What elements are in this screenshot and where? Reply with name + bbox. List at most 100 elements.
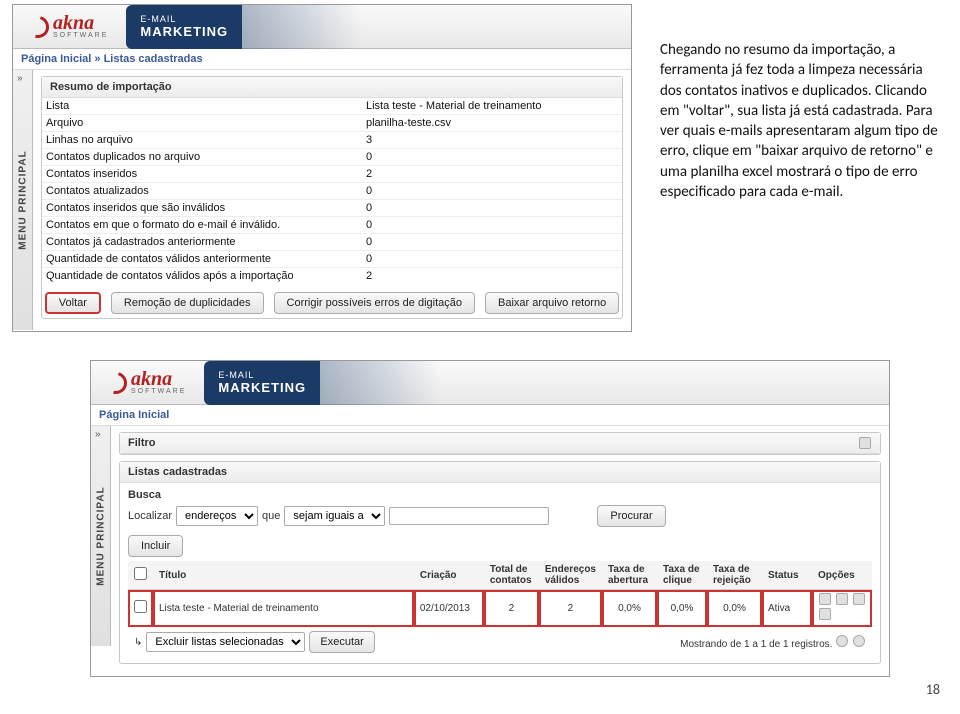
filtro-panel: Filtro [119, 432, 881, 455]
field-select[interactable]: endereços [176, 506, 258, 526]
col-titulo[interactable]: Título [153, 561, 414, 590]
breadcrumb: Página Inicial » Listas cadastradas [13, 49, 631, 70]
search-row: Localizar endereços que sejam iguais a P… [128, 505, 872, 527]
breadcrumb-current[interactable]: Listas cadastradas [104, 53, 203, 65]
baixar-button[interactable]: Baixar arquivo retorno [485, 292, 619, 314]
filtro-title: Filtro [128, 437, 156, 449]
collapse-icon[interactable] [859, 437, 871, 449]
opt-import-icon[interactable] [853, 593, 865, 605]
summary-value: 0 [362, 149, 622, 165]
summary-label: Contatos atualizados [42, 183, 362, 199]
prev-page-icon[interactable] [836, 635, 848, 647]
panel-title: Resumo de importação [42, 77, 622, 98]
product-badge-l1: E-MAIL [140, 14, 228, 24]
executar-button[interactable]: Executar [309, 631, 374, 653]
side-rail-2[interactable]: » MENU PRINCIPAL [91, 426, 111, 646]
corrigir-button[interactable]: Corrigir possíveis erros de digitação [274, 292, 475, 314]
localizar-label: Localizar [128, 510, 172, 522]
main-pane: Resumo de importação ListaLista teste - … [33, 70, 631, 331]
col-clique[interactable]: Taxa de clique [657, 561, 707, 590]
summary-label: Contatos em que o formato do e-mail é in… [42, 217, 362, 233]
side-rail-label: MENU PRINCIPAL [95, 486, 106, 585]
col-total[interactable]: Total de contatos [484, 561, 539, 590]
summary-value: 2 [362, 268, 622, 284]
opt-edit-icon[interactable] [819, 593, 831, 605]
panel-body: ListaLista teste - Material de treinamen… [42, 98, 622, 318]
summary-row: Contatos inseridos que são inválidos0 [42, 200, 622, 217]
akna-swoosh-icon [23, 11, 53, 41]
akna-logo-2: akna SOFTWARE [105, 370, 186, 395]
summary-label: Quantidade de contatos válidos após a im… [42, 268, 362, 284]
summary-row: Contatos atualizados0 [42, 183, 622, 200]
cell-rejeicao: 0,0% [707, 590, 762, 627]
summary-row: Quantidade de contatos válidos após a im… [42, 268, 622, 284]
col-criacao[interactable]: Criação [414, 561, 484, 590]
row-checkbox[interactable] [134, 600, 147, 613]
remocao-button[interactable]: Remoção de duplicidades [111, 292, 264, 314]
logo-text: akna [131, 370, 186, 388]
incluir-button[interactable]: Incluir [128, 535, 183, 557]
summary-value: Lista teste - Material de treinamento [362, 98, 622, 114]
import-summary-panel: Resumo de importação ListaLista teste - … [41, 76, 623, 319]
col-opcoes[interactable]: Opções [812, 561, 872, 590]
cell-status: Ativa [762, 590, 812, 627]
bulk-action-select[interactable]: Excluir listas selecionadas [146, 632, 305, 652]
product-badge: E-MAIL MARKETING [126, 5, 242, 49]
lists-title: Listas cadastradas [120, 462, 880, 483]
table-row[interactable]: Lista teste - Material de treinamento 02… [128, 590, 872, 627]
summary-row: Contatos duplicados no arquivo0 [42, 149, 622, 166]
summary-value: 0 [362, 217, 622, 233]
summary-label: Lista [42, 98, 362, 114]
checkbox-all[interactable] [134, 567, 147, 580]
logo-text: akna [53, 14, 108, 32]
voltar-button[interactable]: Voltar [45, 292, 101, 314]
main-pane-2: Filtro Listas cadastradas Busca Localiza… [111, 426, 889, 676]
summary-row: Contatos inseridos2 [42, 166, 622, 183]
col-abertura[interactable]: Taxa de abertura [602, 561, 657, 590]
opt-copy-icon[interactable] [836, 593, 848, 605]
cell-opcoes [812, 590, 872, 627]
app-header-2: akna SOFTWARE E-MAIL MARKETING [91, 361, 889, 405]
cell-validos: 2 [539, 590, 602, 627]
window-lists: akna SOFTWARE E-MAIL MARKETING Página In… [90, 360, 890, 677]
procurar-button[interactable]: Procurar [597, 505, 665, 527]
next-page-icon[interactable] [853, 635, 865, 647]
opt-delete-icon[interactable] [819, 608, 831, 620]
summary-row: Linhas no arquivo3 [42, 132, 622, 149]
table-footer: ↳ Excluir listas selecionadas Executar M… [128, 627, 872, 657]
product-badge-l2: MARKETING [140, 24, 228, 39]
summary-label: Contatos inseridos que são inválidos [42, 200, 362, 216]
breadcrumb-sep: » [94, 53, 100, 65]
logo-subtext: SOFTWARE [131, 388, 186, 395]
akna-swoosh-icon [101, 367, 131, 397]
content-row: » MENU PRINCIPAL Resumo de importação Li… [13, 70, 631, 331]
summary-value: 2 [362, 166, 622, 182]
side-rail[interactable]: » MENU PRINCIPAL [13, 70, 33, 330]
cond-select[interactable]: sejam iguais a [284, 506, 385, 526]
summary-row: Quantidade de contatos válidos anteriorm… [42, 251, 622, 268]
cell-criacao: 02/10/2013 [414, 590, 484, 627]
summary-label: Quantidade de contatos válidos anteriorm… [42, 251, 362, 267]
col-rejeicao[interactable]: Taxa de rejeição [707, 561, 762, 590]
summary-value: 0 [362, 234, 622, 250]
expand-icon: » [95, 429, 101, 440]
cell-abertura: 0,0% [602, 590, 657, 627]
app-header: akna SOFTWARE E-MAIL MARKETING [13, 5, 631, 49]
summary-value: 0 [362, 251, 622, 267]
summary-row: Contatos em que o formato do e-mail é in… [42, 217, 622, 234]
product-badge-2: E-MAIL MARKETING [204, 361, 320, 405]
summary-row: Contatos já cadastrados anteriormente0 [42, 234, 622, 251]
summary-row: ListaLista teste - Material de treinamen… [42, 98, 622, 115]
col-status[interactable]: Status [762, 561, 812, 590]
breadcrumb-root-2[interactable]: Página Inicial [99, 409, 169, 421]
search-input[interactable] [389, 507, 549, 525]
instruction-text: Chegando no resumo da importação, a ferr… [660, 40, 940, 202]
select-arrow-icon: ↳ [134, 637, 142, 648]
expand-icon: » [17, 73, 23, 84]
summary-value: planilha-teste.csv [362, 115, 622, 131]
breadcrumb-root[interactable]: Página Inicial [21, 53, 91, 65]
page-number: 18 [926, 681, 940, 698]
col-validos[interactable]: Endereços válidos [539, 561, 602, 590]
breadcrumb-2: Página Inicial [91, 405, 889, 426]
summary-row: Arquivoplanilha-teste.csv [42, 115, 622, 132]
